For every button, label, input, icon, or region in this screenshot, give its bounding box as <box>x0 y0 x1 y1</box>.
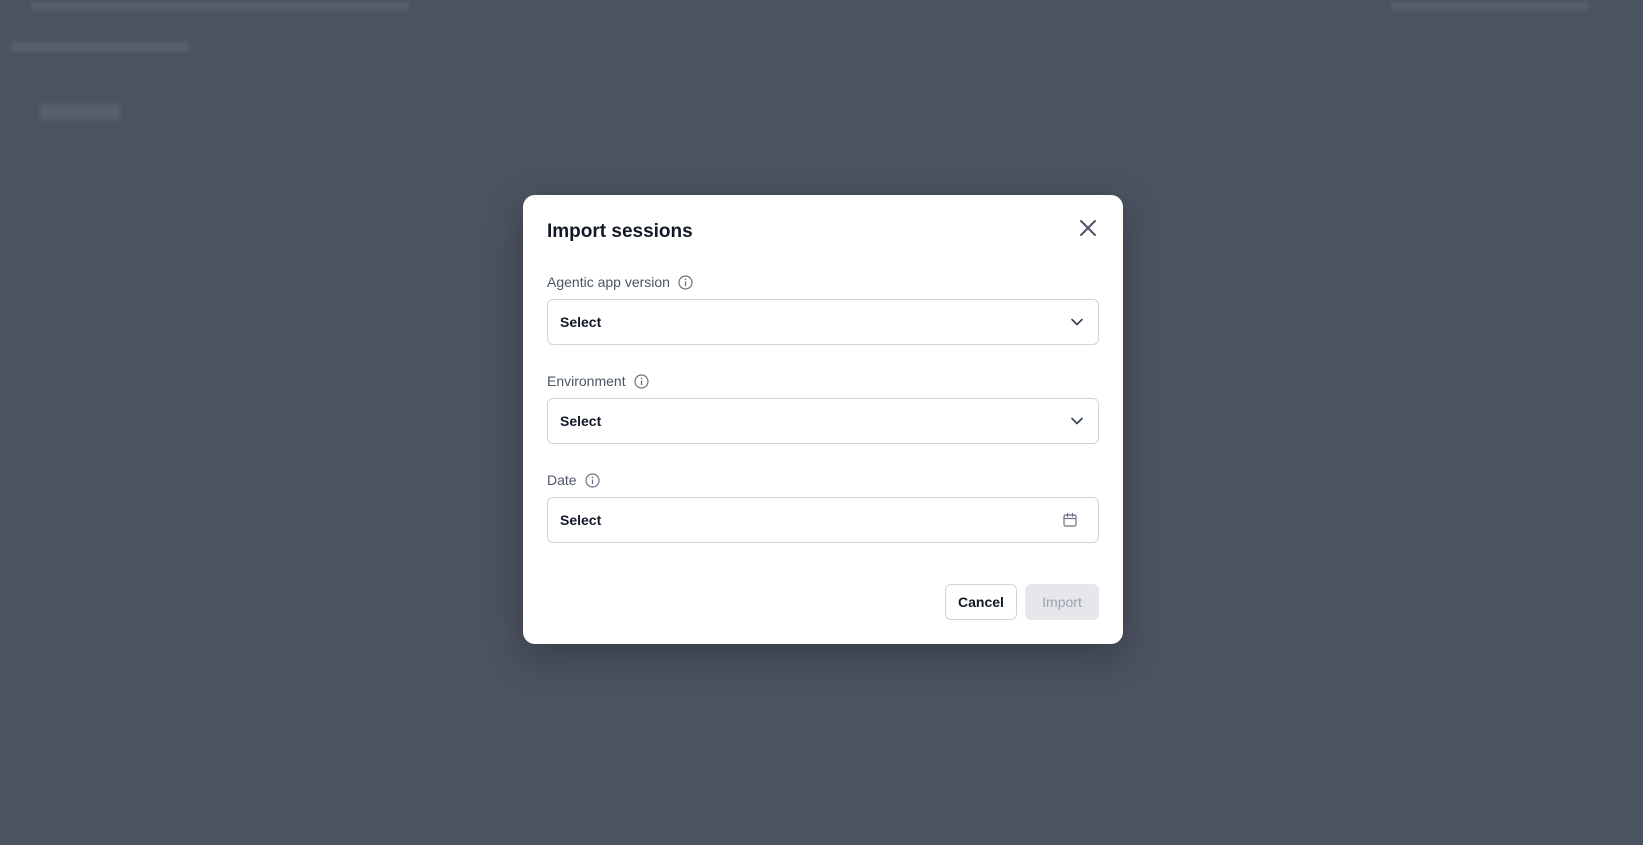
info-icon[interactable] <box>584 472 600 488</box>
date-label-row: Date <box>547 472 600 488</box>
dialog-title: Import sessions <box>547 221 693 242</box>
app-version-label: Agentic app version <box>547 274 670 290</box>
app-version-value: Select <box>560 314 602 330</box>
environment-value: Select <box>560 413 602 429</box>
import-button[interactable]: Import <box>1025 584 1099 620</box>
date-value: Select <box>560 512 602 528</box>
import-sessions-dialog: Import sessions Agentic app version Sele… <box>523 195 1123 644</box>
close-icon <box>1080 220 1096 236</box>
chevron-down-icon <box>1071 318 1083 326</box>
close-button[interactable] <box>1075 215 1101 241</box>
info-icon[interactable] <box>678 274 693 290</box>
environment-select[interactable]: Select <box>547 398 1099 444</box>
date-picker[interactable]: Select <box>547 497 1099 543</box>
app-version-select[interactable]: Select <box>547 299 1099 345</box>
environment-label-row: Environment <box>547 373 649 389</box>
environment-label: Environment <box>547 373 626 389</box>
app-version-label-row: Agentic app version <box>547 274 693 290</box>
calendar-icon <box>1063 512 1077 527</box>
chevron-down-icon <box>1071 417 1083 425</box>
date-label: Date <box>547 472 577 488</box>
info-icon[interactable] <box>633 373 649 389</box>
cancel-button[interactable]: Cancel <box>945 584 1017 620</box>
